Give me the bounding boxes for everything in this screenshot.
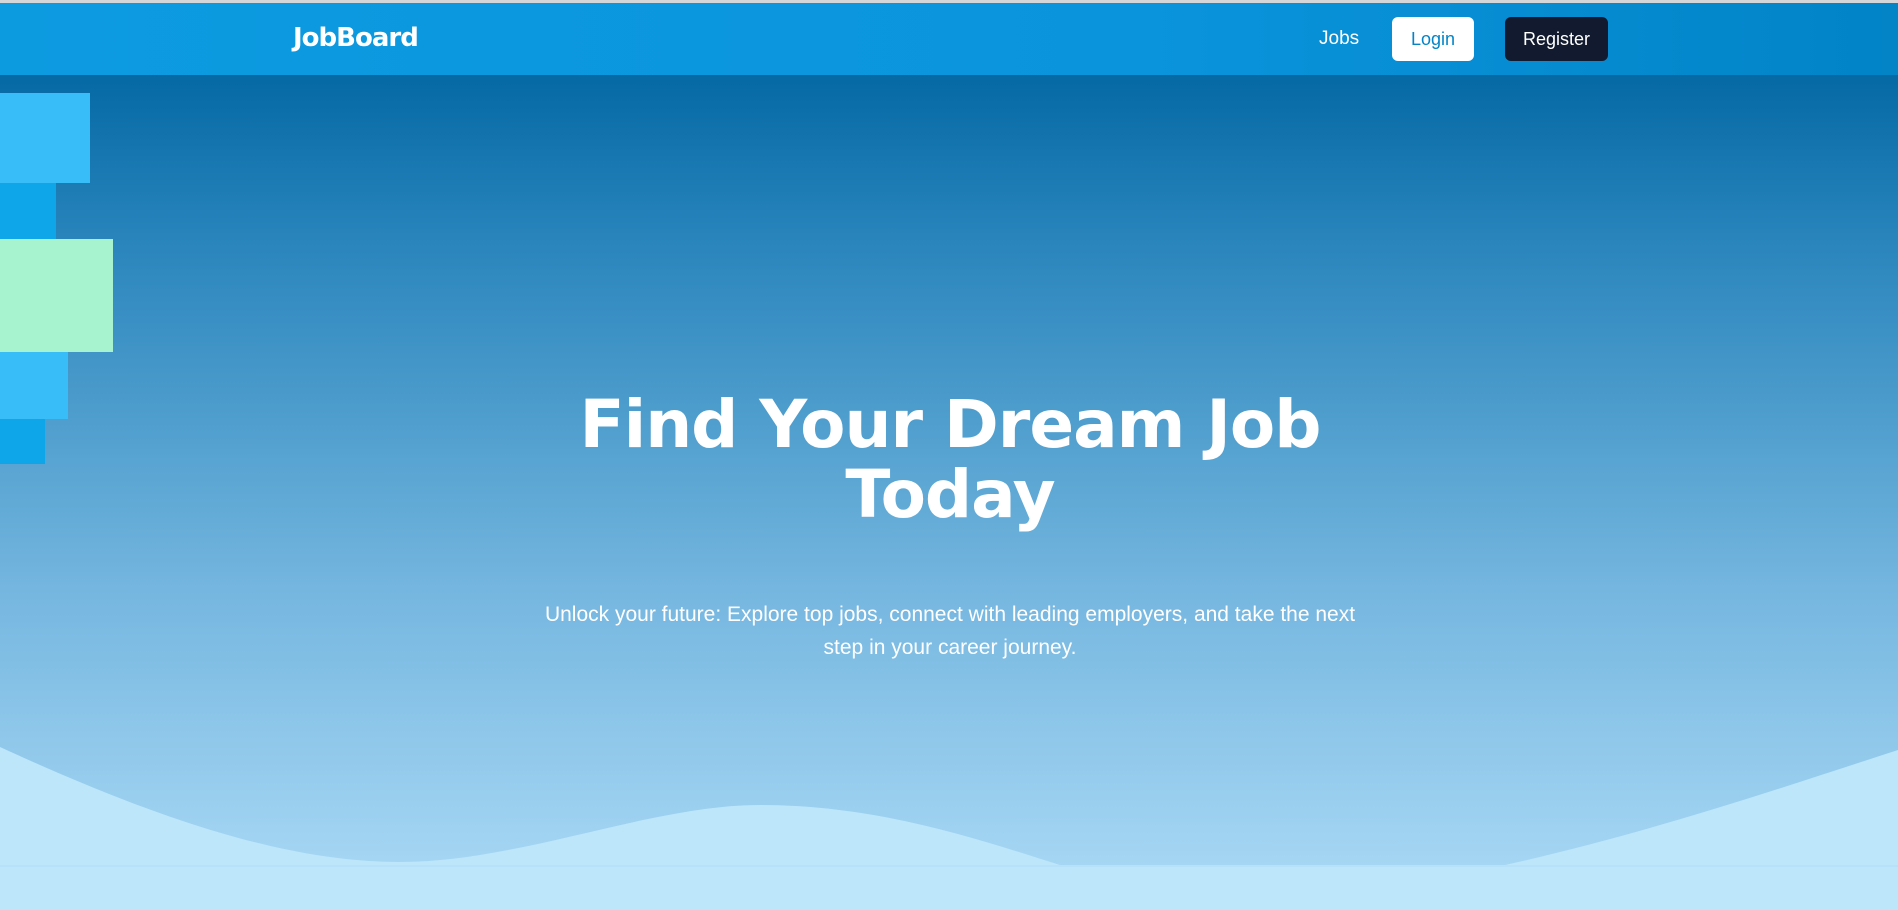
hero-wave-divider (0, 747, 1898, 910)
decorative-block-2 (0, 183, 56, 240)
top-navbar: JobBoard Jobs Login Register (0, 3, 1898, 75)
hero-title: Find Your Dream Job Today (579, 386, 1321, 533)
site-logo[interactable]: JobBoard (293, 23, 419, 53)
hero-subtitle: Unlock your future: Explore top jobs, co… (544, 603, 1356, 659)
decorative-block-1 (0, 93, 90, 183)
decorative-block-3 (0, 239, 113, 352)
decorative-block-4 (0, 352, 68, 419)
register-button[interactable]: Register (1505, 17, 1608, 61)
nav-link-jobs[interactable]: Jobs (1319, 28, 1359, 50)
login-button[interactable]: Login (1392, 17, 1474, 61)
decorative-block-5 (0, 419, 45, 464)
